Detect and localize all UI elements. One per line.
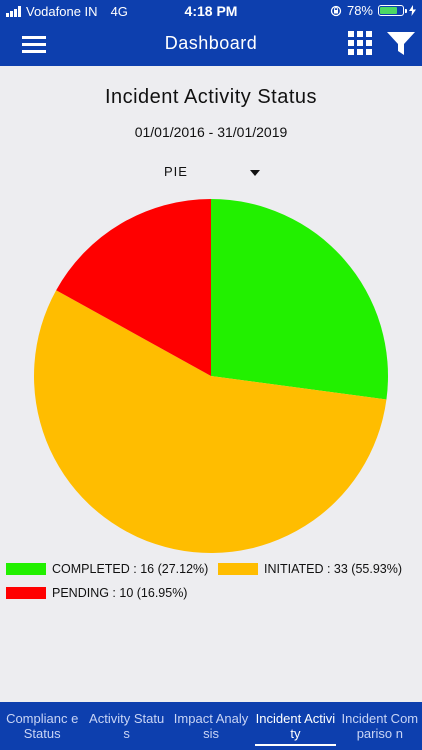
tab-incident-activity[interactable]: Incident Activity <box>253 702 337 750</box>
tab-activity-status[interactable]: Activity Status <box>84 702 168 750</box>
pie-slice-completed[interactable] <box>211 199 388 400</box>
tab-impact-analysis[interactable]: Impact Analysis <box>169 702 253 750</box>
pie-chart <box>34 199 388 553</box>
tab-compliance-status[interactable]: Complianc e Status <box>0 702 84 750</box>
legend-item-completed: COMPLETED : 16 (27.12%) <box>6 562 208 576</box>
tab-label: Impact Analysis <box>173 711 249 741</box>
legend-swatch-pending <box>6 587 46 599</box>
active-tab-indicator <box>255 744 336 746</box>
tab-label: Incident Compariso n <box>341 711 419 741</box>
legend-swatch-initiated <box>218 563 258 575</box>
legend-item-initiated: INITIATED : 33 (55.93%) <box>218 562 402 576</box>
tab-label: Complianc e Status <box>6 711 79 741</box>
legend-label-pending: PENDING : 10 (16.95%) <box>52 586 188 600</box>
tab-label: Incident Activity <box>255 711 336 741</box>
legend-label-completed: COMPLETED : 16 (27.12%) <box>52 562 209 576</box>
tab-label: Activity Status <box>89 711 165 741</box>
legend-item-pending: PENDING : 10 (16.95%) <box>6 586 187 600</box>
tab-incident-comparison[interactable]: Incident Compariso n <box>338 702 422 750</box>
legend-swatch-completed <box>6 563 46 575</box>
legend-label-initiated: INITIATED : 33 (55.93%) <box>264 562 403 576</box>
bottom-nav: Complianc e Status Activity Status Impac… <box>0 702 422 750</box>
